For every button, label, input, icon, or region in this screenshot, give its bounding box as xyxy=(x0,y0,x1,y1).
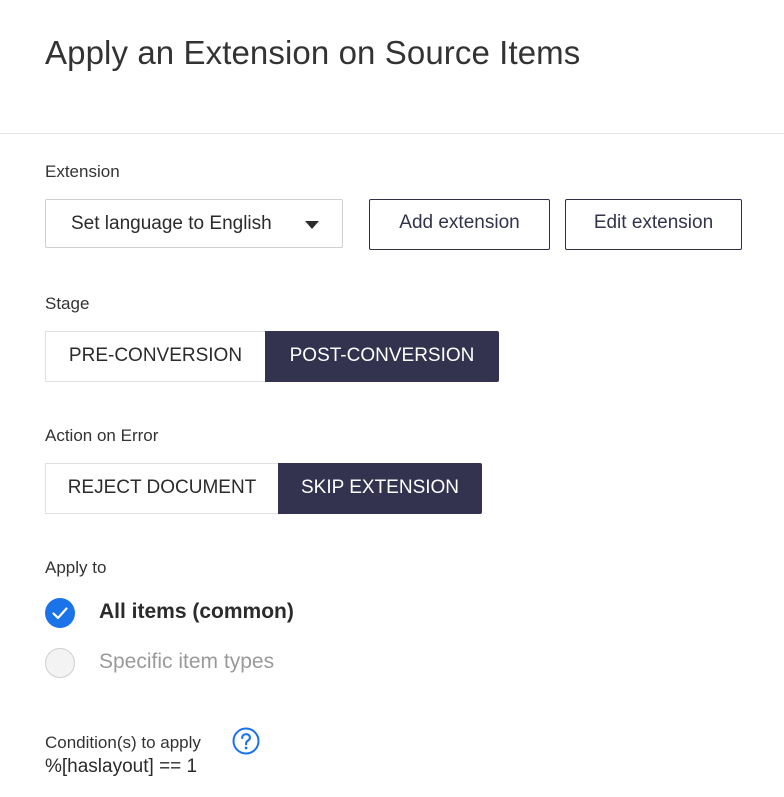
apply-extension-panel: Apply an Extension on Source Items Exten… xyxy=(0,0,784,797)
question-circle-icon[interactable] xyxy=(232,727,260,755)
checkmark-icon xyxy=(45,598,75,628)
radio-all-items-label: All items (common) xyxy=(99,600,294,623)
condition-expression: %[haslayout] == 1 xyxy=(45,756,198,777)
radio-specific-item-types[interactable]: Specific item types xyxy=(45,648,305,680)
header-divider xyxy=(0,133,784,134)
add-extension-button[interactable]: Add extension xyxy=(369,199,550,250)
edit-extension-button[interactable]: Edit extension xyxy=(565,199,742,250)
caret-down-icon xyxy=(305,221,319,229)
extension-select-value: Set language to English xyxy=(71,213,272,234)
stage-label: Stage xyxy=(45,294,90,313)
extension-select[interactable]: Set language to English xyxy=(45,199,343,248)
page-title: Apply an Extension on Source Items xyxy=(45,34,581,71)
radio-empty-icon xyxy=(45,648,75,678)
error-option-skip-extension[interactable]: SKIP EXTENSION xyxy=(278,463,482,514)
apply-to-label: Apply to xyxy=(45,558,107,577)
radio-all-items[interactable]: All items (common) xyxy=(45,598,315,630)
error-option-reject-document[interactable]: REJECT DOCUMENT xyxy=(45,463,279,514)
radio-specific-item-types-label: Specific item types xyxy=(99,650,275,673)
conditions-label: Condition(s) to apply xyxy=(45,733,201,752)
extension-label: Extension xyxy=(45,162,120,181)
stage-option-pre-conversion[interactable]: PRE-CONVERSION xyxy=(45,331,266,382)
action-on-error-label: Action on Error xyxy=(45,426,159,445)
stage-option-post-conversion[interactable]: POST-CONVERSION xyxy=(265,331,499,382)
